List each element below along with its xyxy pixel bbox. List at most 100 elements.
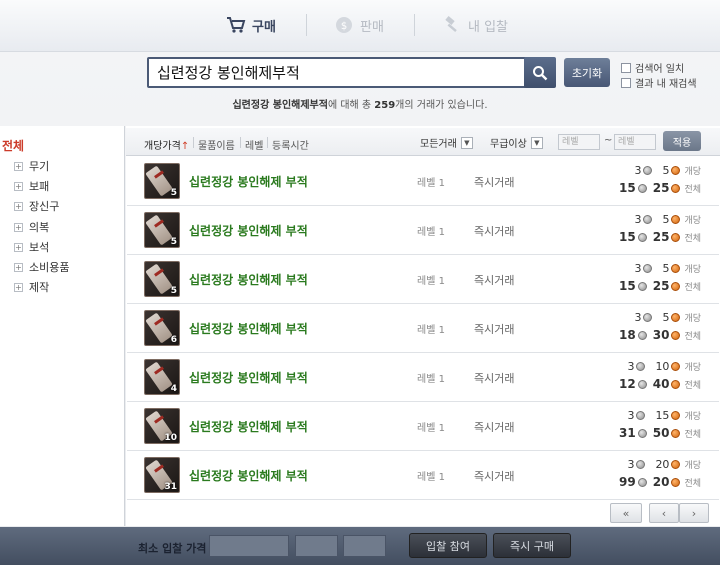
- trade-type: 즉시거래: [474, 421, 515, 434]
- unit-gold: 5: [662, 213, 670, 226]
- trade-type-dropdown[interactable]: 모든거래 ▼: [420, 135, 473, 150]
- buy-now-button[interactable]: 즉시 구매: [493, 533, 571, 558]
- expand-icon[interactable]: +: [14, 201, 23, 211]
- gold-coin-icon: [671, 330, 681, 340]
- chevron-down-icon: ▼: [460, 136, 473, 149]
- bid-button[interactable]: 입찰 참여: [409, 533, 487, 558]
- category-all[interactable]: 전체: [2, 137, 24, 154]
- sort-time[interactable]: 등록시간: [272, 137, 309, 152]
- total-price: 12 40 전체: [619, 377, 701, 391]
- reset-button[interactable]: 초기화: [564, 58, 610, 87]
- total-price: 15 25 전체: [619, 181, 701, 195]
- item-level: 레벨 1: [417, 178, 445, 189]
- item-name[interactable]: 십련정강 봉인해제 부적: [189, 320, 308, 337]
- table-row[interactable]: 5 십련정강 봉인해제 부적 레벨 1 즉시거래 3 5 개당 15 25 전체: [127, 255, 719, 304]
- search-within-label: 결과 내 재검색: [635, 79, 697, 90]
- silver-coin-icon: [643, 313, 653, 322]
- trade-type: 즉시거래: [474, 176, 515, 189]
- total-gold: 20: [652, 475, 670, 489]
- sort-name[interactable]: 물품이름: [198, 137, 235, 152]
- search-input[interactable]: [157, 63, 525, 82]
- gold-coin-icon: [671, 232, 681, 242]
- search-button[interactable]: [524, 57, 556, 88]
- category-item[interactable]: + 소비용품: [14, 259, 69, 275]
- unit-label: 개당: [684, 363, 701, 373]
- item-name[interactable]: 십련정강 봉인해제 부적: [189, 467, 308, 484]
- gold-coin-icon: [671, 166, 681, 175]
- item-name[interactable]: 십련정강 봉인해제 부적: [189, 369, 308, 386]
- option-search-within[interactable]: 결과 내 재검색: [621, 75, 697, 90]
- sort-level[interactable]: 레벨: [245, 137, 263, 152]
- search-within-checkbox[interactable]: [621, 77, 631, 88]
- unit-price: 3 20 개당: [627, 458, 701, 471]
- item-quantity: 5: [170, 286, 177, 296]
- item-level: 레벨 1: [417, 374, 445, 385]
- prev-page-button[interactable]: ‹: [649, 503, 679, 523]
- expand-icon[interactable]: +: [14, 282, 23, 292]
- expand-icon[interactable]: +: [14, 181, 23, 191]
- item-quantity: 6: [170, 335, 177, 345]
- next-page-button[interactable]: ›: [679, 503, 709, 523]
- table-row[interactable]: 5 십련정강 봉인해제 부적 레벨 1 즉시거래 3 5 개당 15 25 전체: [127, 206, 719, 255]
- gold-coin-icon: [671, 183, 681, 193]
- header-divider: [193, 137, 194, 148]
- sort-price[interactable]: 개당가격↑: [144, 137, 189, 152]
- unit-price: 3 5 개당: [634, 213, 701, 226]
- category-item[interactable]: + 보석: [14, 239, 49, 255]
- table-row[interactable]: 10 십련정강 봉인해제 부적 레벨 1 즉시거래 3 15 개당 31 50 전체: [127, 402, 719, 451]
- item-name[interactable]: 십련정강 봉인해제 부적: [189, 222, 308, 239]
- category-item[interactable]: + 무기: [14, 158, 49, 174]
- expand-icon[interactable]: +: [14, 161, 23, 171]
- unit-label: 개당: [684, 412, 701, 422]
- unit-gold: 5: [662, 164, 670, 177]
- level-min-input[interactable]: 레벨: [558, 134, 600, 150]
- item-name[interactable]: 십련정강 봉인해제 부적: [189, 418, 308, 435]
- search-box: [147, 57, 527, 88]
- talisman-item-icon: 6: [144, 310, 180, 346]
- item-level: 레벨 1: [417, 227, 445, 238]
- bid-silver-input[interactable]: [295, 535, 338, 557]
- list-header: 개당가격↑ 물품이름 레벨 등록시간 모든거래 ▼ 무급이상 ▼ 레벨 ~ 레벨: [126, 128, 720, 156]
- grade-dropdown[interactable]: 무급이상 ▼: [490, 135, 543, 150]
- expand-icon[interactable]: +: [14, 222, 23, 232]
- first-page-button[interactable]: «: [610, 503, 642, 523]
- total-gold: 50: [652, 426, 670, 440]
- table-row[interactable]: 31 십련정강 봉인해제 부적 레벨 1 즉시거래 3 20 개당 99 20 전체: [127, 451, 719, 500]
- apply-filter-button[interactable]: 적용: [663, 131, 701, 151]
- tab-my-bids[interactable]: 내 입찰: [442, 12, 508, 38]
- gold-coin-icon: [671, 362, 681, 371]
- bid-copper-input[interactable]: [343, 535, 386, 557]
- min-bid-label: 최소 입찰 가격: [138, 542, 207, 555]
- category-label: 무기: [29, 160, 50, 173]
- item-name[interactable]: 십련정강 봉인해제 부적: [189, 173, 308, 190]
- item-quantity: 5: [170, 237, 177, 247]
- item-name[interactable]: 십련정강 봉인해제 부적: [189, 271, 308, 288]
- gold-coin-icon: [671, 411, 681, 420]
- category-item[interactable]: + 의복: [14, 219, 49, 235]
- tab-buy[interactable]: 구매: [226, 12, 276, 38]
- tab-sell-label: 판매: [360, 19, 384, 35]
- category-item[interactable]: + 제작: [14, 279, 49, 295]
- table-row[interactable]: 5 십련정강 봉인해제 부적 레벨 1 즉시거래 3 5 개당 15 25 전체: [127, 157, 719, 206]
- silver-coin-icon: [636, 411, 646, 420]
- option-exact-match[interactable]: 검색어 일치: [621, 60, 684, 75]
- exact-match-checkbox[interactable]: [621, 62, 631, 73]
- category-item[interactable]: + 보패: [14, 178, 49, 194]
- expand-icon[interactable]: +: [14, 242, 23, 252]
- total-silver: 15: [619, 181, 636, 195]
- total-gold: 25: [652, 230, 670, 244]
- total-gold: 25: [652, 279, 670, 293]
- header-divider: [240, 137, 241, 148]
- search-icon: [533, 65, 548, 80]
- total-label: 전체: [684, 429, 701, 440]
- table-row[interactable]: 6 십련정강 봉인해제 부적 레벨 1 즉시거래 3 5 개당 18 30 전체: [127, 304, 719, 353]
- table-row[interactable]: 4 십련정강 봉인해제 부적 레벨 1 즉시거래 3 10 개당 12 40 전체: [127, 353, 719, 402]
- tab-sell[interactable]: $ 판매: [334, 12, 384, 38]
- silver-coin-icon: [636, 362, 646, 371]
- level-max-input[interactable]: 레벨: [614, 134, 656, 150]
- bid-gold-input[interactable]: [209, 535, 289, 557]
- unit-silver: 3: [634, 311, 642, 324]
- expand-icon[interactable]: +: [14, 262, 23, 272]
- category-item[interactable]: + 장신구: [14, 198, 59, 214]
- total-silver: 12: [619, 377, 636, 391]
